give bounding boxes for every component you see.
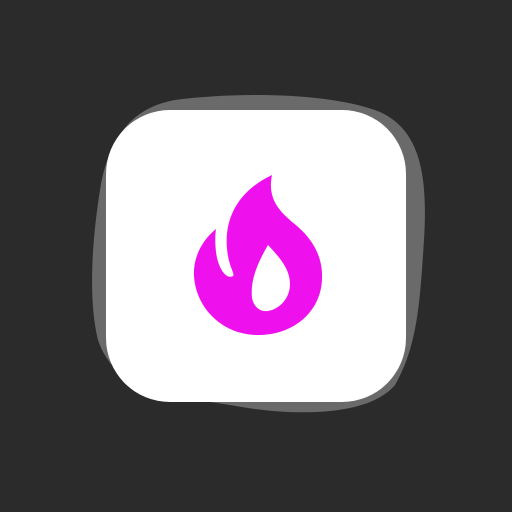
- flame-icon: [193, 175, 323, 336]
- app-icon-canvas: [0, 0, 512, 512]
